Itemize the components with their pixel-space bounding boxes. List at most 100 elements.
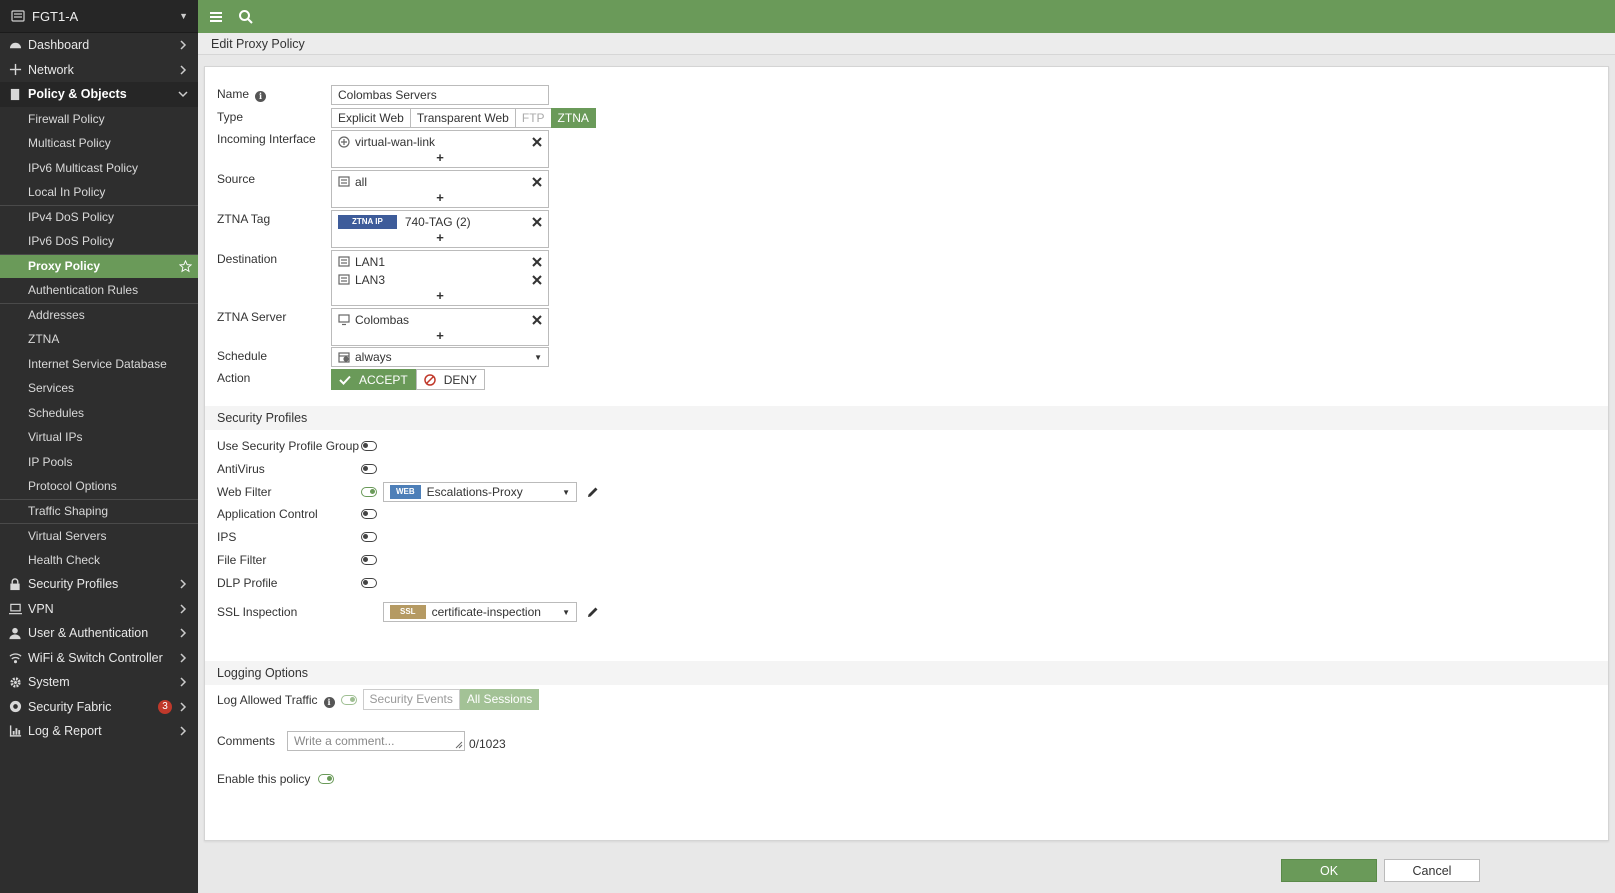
comments-textarea[interactable]: Write a comment...	[287, 731, 465, 751]
sidebar-item-ipv6-multicast-policy[interactable]: IPv6 Multicast Policy	[0, 156, 198, 181]
chevron-right-icon	[180, 726, 187, 736]
source-field[interactable]: all +	[331, 170, 549, 208]
hamburger-menu-icon[interactable]	[208, 9, 224, 25]
web-filter-toggle[interactable]	[361, 487, 377, 497]
app-control-label: Application Control	[217, 507, 318, 521]
sidebar-item-system[interactable]: System	[0, 670, 198, 695]
antivirus-label: AntiVirus	[217, 462, 265, 476]
remove-icon[interactable]	[532, 217, 542, 227]
add-entry-button[interactable]: +	[332, 329, 548, 345]
info-icon[interactable]: i	[255, 91, 267, 102]
schedule-icon	[338, 352, 350, 363]
remove-icon[interactable]	[532, 137, 542, 147]
notification-badge: 3	[158, 699, 172, 714]
add-entry-button[interactable]: +	[332, 289, 548, 305]
destination-label: Destination	[217, 252, 278, 266]
sidebar-item-internet-service-database[interactable]: Internet Service Database	[0, 352, 198, 377]
sdwan-icon	[338, 136, 350, 148]
ztna-server-field[interactable]: Colombas +	[331, 308, 549, 346]
type-option-explicit-web[interactable]: Explicit Web	[331, 108, 411, 128]
file-filter-toggle[interactable]	[361, 555, 377, 565]
remove-icon[interactable]	[532, 315, 542, 325]
ips-toggle[interactable]	[361, 532, 377, 542]
add-entry-button[interactable]: +	[332, 191, 548, 207]
use-group-row: Use Security Profile Group	[217, 437, 377, 455]
sidebar-item-log-report[interactable]: Log & Report	[0, 719, 198, 744]
cancel-button[interactable]: Cancel	[1384, 859, 1480, 882]
sidebar-item-label: Proxy Policy	[28, 259, 101, 274]
type-option-ztna[interactable]: ZTNA	[550, 108, 596, 128]
antivirus-toggle[interactable]	[361, 464, 377, 474]
sidebar-item-label: Log & Report	[28, 724, 102, 739]
resize-handle-icon[interactable]	[455, 741, 463, 749]
web-filter-select[interactable]: WEB Escalations-Proxy ▼	[383, 482, 577, 502]
sidebar-item-ztna[interactable]: ZTNA	[0, 327, 198, 352]
sidebar-item-ip-pools[interactable]: IP Pools	[0, 450, 198, 475]
info-icon[interactable]: i	[323, 696, 335, 708]
pencil-icon[interactable]	[587, 486, 599, 498]
sidebar-item-virtual-ips[interactable]: Virtual IPs	[0, 425, 198, 450]
log-option-security-events[interactable]: Security Events	[362, 689, 460, 710]
sidebar-item-local-in-policy[interactable]: Local In Policy	[0, 180, 198, 205]
accept-button[interactable]: ACCEPT	[331, 369, 416, 390]
policy-icon	[8, 87, 22, 101]
remove-icon[interactable]	[532, 177, 542, 187]
sidebar-item-schedules[interactable]: Schedules	[0, 401, 198, 426]
comments-label: Comments	[217, 734, 276, 748]
deny-button[interactable]: DENY	[415, 369, 486, 390]
action-label: Action	[217, 371, 251, 385]
sidebar-item-ipv6-dos-policy[interactable]: IPv6 DoS Policy	[0, 229, 198, 254]
log-mode-selector: Security Events All Sessions	[362, 689, 540, 710]
add-entry-button[interactable]: +	[332, 151, 548, 167]
name-row: Name i Colombas Servers	[217, 85, 549, 105]
sidebar-item-security-fabric[interactable]: Security Fabric 3	[0, 695, 198, 720]
ok-button[interactable]: OK	[1281, 859, 1377, 882]
sidebar-item-multicast-policy[interactable]: Multicast Policy	[0, 131, 198, 156]
use-group-toggle[interactable]	[361, 441, 377, 451]
sidebar-item-health-check[interactable]: Health Check	[0, 548, 198, 573]
sidebar-item-services[interactable]: Services	[0, 376, 198, 401]
sidebar-item-addresses[interactable]: Addresses	[0, 302, 198, 328]
device-selector[interactable]: FGT1-A ▼	[0, 0, 198, 33]
source-label: Source	[217, 172, 256, 186]
use-group-label: Use Security Profile Group	[217, 439, 360, 453]
log-allowed-toggle[interactable]	[340, 694, 357, 705]
sidebar-item-network[interactable]: Network	[0, 58, 198, 83]
sidebar-item-virtual-servers[interactable]: Virtual Servers	[0, 523, 198, 548]
sidebar-item-security-profiles[interactable]: Security Profiles	[0, 572, 198, 597]
sidebar-item-protocol-options[interactable]: Protocol Options	[0, 474, 198, 499]
chevron-right-icon	[180, 579, 187, 589]
type-option-ftp[interactable]: FTP	[514, 108, 552, 128]
chevron-right-icon	[180, 40, 187, 50]
edit-proxy-policy-form: Name i Colombas Servers Type Explicit Web…	[204, 66, 1609, 841]
ztna-tag-field[interactable]: ZTNA IP 740-TAG (2) +	[331, 210, 549, 248]
sidebar-item-firewall-policy[interactable]: Firewall Policy	[0, 107, 198, 132]
remove-icon[interactable]	[532, 275, 542, 285]
dlp-toggle[interactable]	[361, 578, 377, 588]
list-item: LAN3	[332, 271, 548, 289]
schedule-select[interactable]: always ▼	[331, 347, 549, 367]
sidebar-item-user-authentication[interactable]: User & Authentication	[0, 621, 198, 646]
sidebar-item-vpn[interactable]: VPN	[0, 597, 198, 622]
star-icon[interactable]	[179, 259, 192, 273]
name-input[interactable]: Colombas Servers	[331, 85, 549, 105]
sidebar-item-dashboard[interactable]: Dashboard	[0, 33, 198, 58]
incoming-interface-field[interactable]: virtual-wan-link +	[331, 130, 549, 168]
pencil-icon[interactable]	[587, 606, 599, 618]
app-control-toggle[interactable]	[361, 509, 377, 519]
sidebar-item-ipv4-dos-policy[interactable]: IPv4 DoS Policy	[0, 204, 198, 230]
add-entry-button[interactable]: +	[332, 231, 548, 247]
sidebar-item-policy-objects[interactable]: Policy & Objects	[0, 82, 198, 107]
sidebar-item-proxy-policy[interactable]: Proxy Policy	[0, 253, 198, 278]
sidebar-item-traffic-shaping[interactable]: Traffic Shaping	[0, 498, 198, 524]
destination-field[interactable]: LAN1 LAN3 +	[331, 250, 549, 306]
type-option-transparent-web[interactable]: Transparent Web	[409, 108, 516, 128]
sidebar-item-wifi-switch-controller[interactable]: WiFi & Switch Controller	[0, 646, 198, 671]
ssl-inspection-select[interactable]: SSL certificate-inspection ▼	[383, 602, 577, 622]
log-option-all-sessions[interactable]: All Sessions	[459, 689, 540, 710]
sidebar-item-authentication-rules[interactable]: Authentication Rules	[0, 278, 198, 303]
enable-policy-toggle[interactable]	[318, 774, 335, 784]
search-icon[interactable]	[238, 9, 254, 25]
logging-options-header: Logging Options	[205, 661, 1608, 685]
remove-icon[interactable]	[532, 257, 542, 267]
